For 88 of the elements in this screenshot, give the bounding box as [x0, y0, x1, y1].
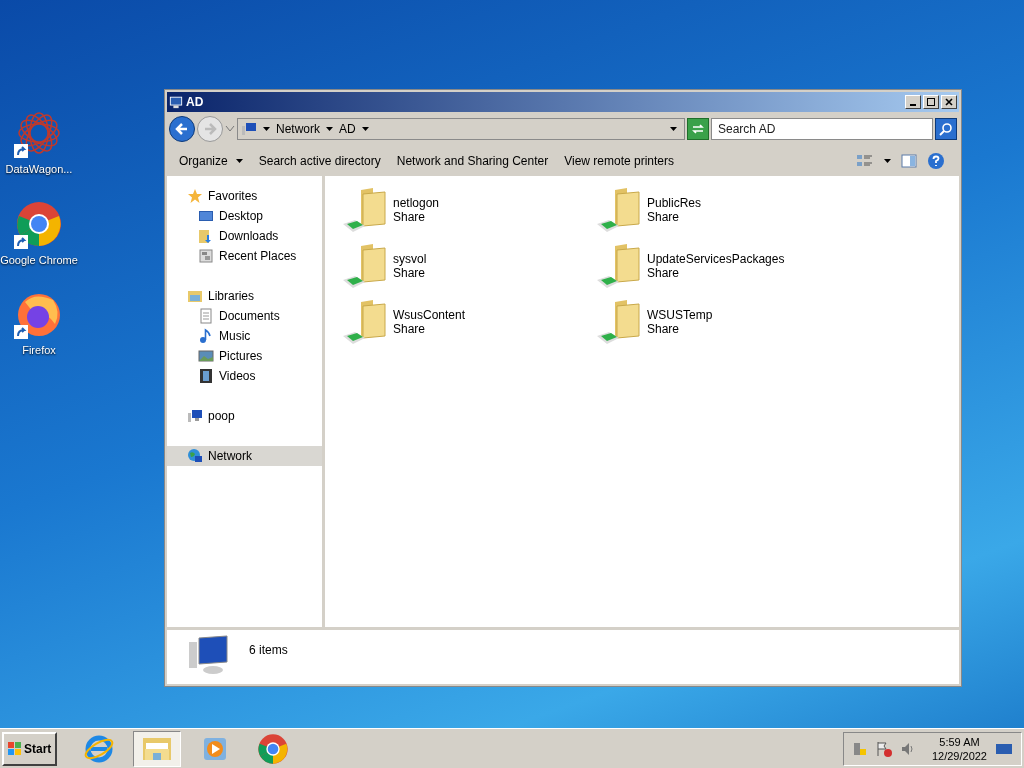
share-type: Share — [647, 322, 681, 336]
forward-arrow-icon — [203, 122, 217, 136]
share-type: Share — [393, 266, 427, 280]
navigation-item[interactable]: Libraries — [167, 286, 322, 306]
shared-folder-icon — [595, 186, 643, 234]
computer-icon — [241, 121, 257, 137]
share-name[interactable]: netlogon — [393, 196, 440, 210]
picture-icon — [198, 348, 214, 364]
item-count: 6 items — [249, 642, 288, 659]
caret-icon[interactable] — [263, 127, 270, 131]
toolbar-button[interactable]: View remote printers — [558, 149, 680, 173]
clock-time[interactable]: 5:59 AM — [939, 734, 980, 749]
refresh-button[interactable] — [687, 118, 709, 140]
desktop-icon-label[interactable]: Firefox — [22, 342, 56, 359]
navigation-item[interactable]: Videos — [167, 366, 322, 386]
desktop-icon — [198, 208, 214, 224]
shared-folder-icon — [341, 242, 389, 290]
back-button[interactable] — [169, 116, 195, 142]
caret-icon[interactable] — [884, 159, 891, 163]
navigation-item[interactable]: Pictures — [167, 346, 322, 366]
help-icon[interactable] — [927, 152, 945, 170]
close-button[interactable] — [941, 95, 957, 109]
close-icon — [945, 98, 953, 106]
folder-download-icon — [198, 228, 214, 244]
toolbar-button[interactable]: Search active directory — [252, 149, 387, 173]
navigation-item[interactable]: Network — [167, 446, 322, 466]
flag-icon[interactable] — [875, 740, 892, 757]
computer-icon — [169, 95, 183, 109]
breadcrumb[interactable]: Network — [276, 120, 320, 138]
refresh-arrows-icon — [691, 123, 705, 135]
navigation-item[interactable]: Documents — [167, 306, 322, 326]
shortcut-arrow-icon — [14, 325, 28, 339]
shared-folder-icon — [595, 298, 643, 346]
search-icon — [939, 122, 953, 136]
navigation-item[interactable]: Desktop — [167, 206, 322, 226]
datawagon-icon — [15, 109, 63, 157]
clock-date[interactable]: 12/29/2022 — [931, 748, 987, 763]
film-icon — [198, 368, 214, 384]
taskbar-button[interactable] — [133, 730, 182, 767]
share-type: Share — [647, 210, 681, 224]
shared-folder-icon — [341, 298, 389, 346]
share-type: Share — [393, 210, 427, 224]
computer-icon — [187, 408, 203, 424]
minimize-button[interactable] — [905, 95, 921, 109]
search-field[interactable]: Search AD — [711, 118, 933, 140]
back-arrow-icon — [175, 122, 189, 136]
share-name[interactable]: PublicRes — [647, 196, 702, 210]
caret-icon[interactable] — [235, 159, 243, 163]
breadcrumb[interactable]: AD — [339, 120, 356, 138]
star-icon — [187, 188, 203, 204]
network-globe-icon — [187, 448, 203, 464]
windows-logo-icon — [8, 741, 22, 756]
recent-places-icon — [198, 248, 214, 264]
shared-folder-icon — [341, 186, 389, 234]
caret-icon[interactable] — [670, 127, 677, 131]
share-type: Share — [393, 322, 427, 336]
share-name[interactable]: UpdateServicesPackages — [647, 252, 785, 266]
shared-folder-icon — [595, 242, 643, 290]
computer-icon — [187, 634, 231, 676]
desktop-icon-label[interactable]: DataWagon... — [5, 161, 73, 178]
music-note-icon — [198, 328, 214, 344]
navigation-item[interactable]: Downloads — [167, 226, 322, 246]
navigation-item[interactable]: Recent Places — [167, 246, 322, 266]
caret-icon[interactable] — [326, 127, 333, 131]
shortcut-arrow-icon — [14, 144, 28, 158]
share-name[interactable]: WsusContent — [393, 308, 466, 322]
toolbar-button[interactable]: Organize — [173, 149, 249, 173]
window-title: AD — [186, 94, 204, 111]
share-name[interactable]: sysvol — [393, 252, 427, 266]
document-icon — [198, 308, 214, 324]
maximize-icon — [927, 98, 935, 106]
address-bar[interactable]: Network AD — [237, 118, 685, 140]
desktop-icon-label[interactable]: Google Chrome — [0, 251, 78, 268]
share-name[interactable]: WSUSTemp — [647, 308, 713, 322]
libraries-icon — [187, 288, 203, 304]
navigation-item[interactable]: poop — [167, 406, 322, 426]
shortcut-arrow-icon — [14, 234, 28, 249]
toolbar-button[interactable]: Network and Sharing Center — [390, 149, 555, 173]
navigation-item[interactable]: Favorites — [167, 186, 322, 206]
chrome-icon — [257, 732, 290, 765]
start-button[interactable]: Start — [2, 731, 58, 766]
preview-pane-icon[interactable] — [901, 153, 917, 169]
share-type: Share — [647, 266, 681, 280]
chrome-icon — [15, 199, 63, 248]
search-button[interactable] — [935, 118, 957, 140]
caret-icon[interactable] — [361, 127, 369, 131]
navigation-item[interactable]: Music — [167, 326, 322, 346]
maximize-button[interactable] — [923, 95, 939, 109]
